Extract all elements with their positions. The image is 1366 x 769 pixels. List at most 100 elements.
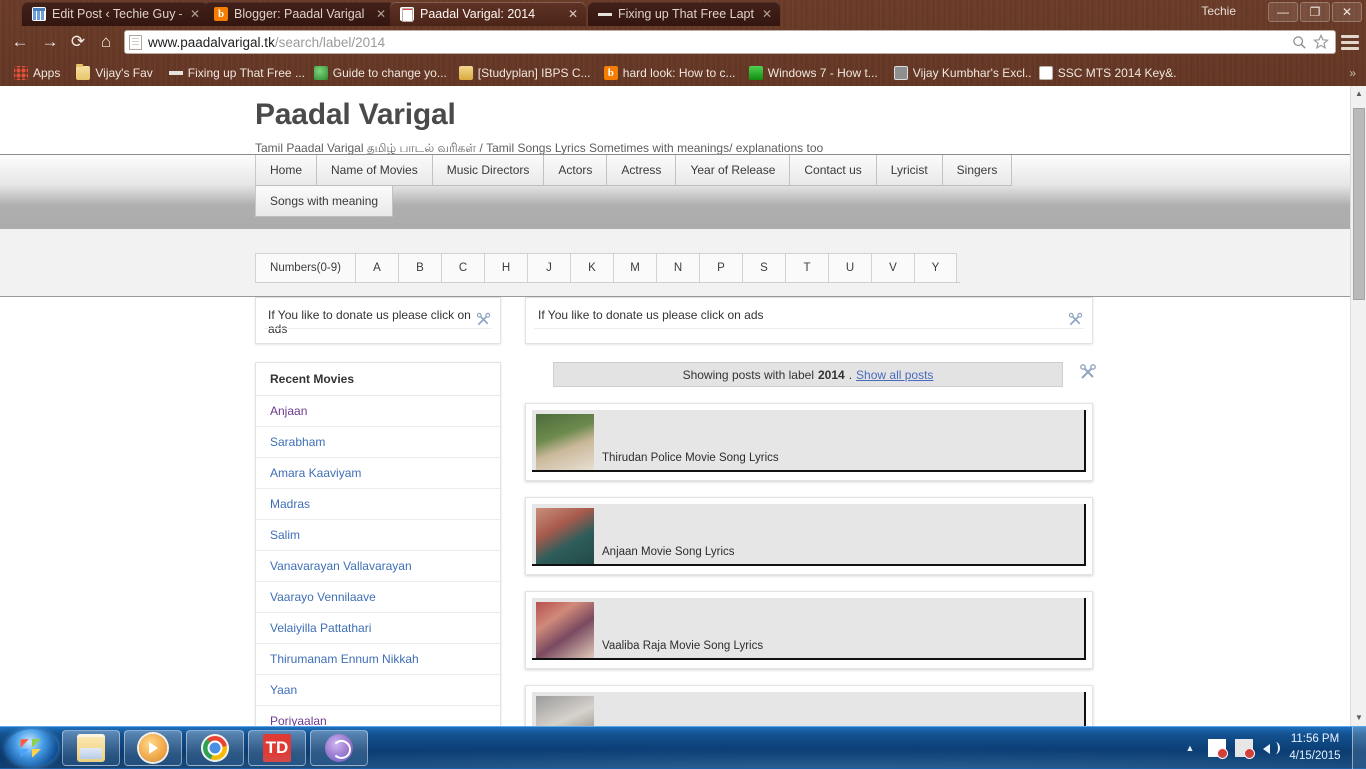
list-item[interactable]: Anjaan [256, 396, 500, 427]
alpha-tab-y[interactable]: Y [914, 253, 957, 282]
alpha-tab-h[interactable]: H [484, 253, 527, 282]
bookmark-studyplan-ibps[interactable]: [Studyplan] IBPS C... [451, 64, 596, 82]
bookmark-label: hard look: How to c... [622, 66, 736, 80]
page-info-icon[interactable] [129, 34, 142, 50]
close-icon[interactable]: ✕ [760, 7, 774, 21]
nav-item-singers[interactable]: Singers [942, 155, 1013, 186]
list-item[interactable]: Thirumanam Ennum Nikkah [256, 644, 500, 675]
volume-icon[interactable] [1262, 739, 1280, 757]
alpha-tab-k[interactable]: K [570, 253, 613, 282]
sidebar-ad-gadget-edit-icon[interactable] [475, 311, 492, 333]
list-item[interactable]: Vanavarayan Vallavarayan [256, 551, 500, 582]
maximize-button[interactable]: ❐ [1300, 2, 1330, 22]
browser-tab-3-active[interactable]: Paadal Varigal: 2014 ✕ [390, 2, 586, 26]
bookmark-ssc-mts[interactable]: SSC MTS 2014 Key&... [1031, 64, 1176, 82]
show-all-posts-link[interactable]: Show all posts [856, 368, 933, 382]
alpha-tab-b[interactable]: B [398, 253, 441, 282]
show-desktop-button[interactable] [1352, 727, 1366, 769]
alpha-tab-n[interactable]: N [656, 253, 699, 282]
alpha-tab-p[interactable]: P [699, 253, 742, 282]
bookmark-hard-look[interactable]: hard look: How to c... [596, 64, 741, 82]
list-item[interactable]: Sarabham [256, 427, 500, 458]
bookmark-vijay-kumbhar[interactable]: Vijay Kumbhar's Excl... [886, 64, 1031, 82]
bookmark-guide-to-change[interactable]: Guide to change yo... [306, 64, 451, 82]
chrome-menu-icon[interactable] [1340, 32, 1360, 52]
list-item[interactable]: Velaiyilla Pattathari [256, 613, 500, 644]
bookmark-fixing-up[interactable]: Fixing up That Free ... [161, 64, 306, 82]
close-button[interactable]: ✕ [1332, 2, 1362, 22]
scroll-up-icon[interactable]: ▲ [1351, 86, 1366, 102]
nav-item-songs-with-meaning[interactable]: Songs with meaning [255, 186, 394, 217]
address-bar[interactable]: www.paadalvarigal.tk/search/label/2014 [124, 30, 1336, 54]
bookmark-windows-7[interactable]: Windows 7 - How t... [741, 64, 886, 82]
list-item[interactable]: Amara Kaaviyam [256, 458, 500, 489]
post-title[interactable]: Thirudan Police Movie Song Lyrics [602, 452, 779, 464]
scrollbar-thumb[interactable] [1353, 108, 1365, 300]
home-button[interactable]: ⌂ [94, 30, 118, 54]
forward-button[interactable]: → [38, 30, 62, 54]
browser-tab-4[interactable]: Fixing up That Free Laptop ✕ [588, 2, 780, 26]
reload-button[interactable]: ⟳ [66, 30, 90, 54]
nav-item-actors[interactable]: Actors [544, 155, 608, 186]
list-item[interactable]: Poriyaalan [256, 706, 500, 726]
nav-item-name-of-movies[interactable]: Name of Movies [317, 155, 433, 186]
nav-item-year-of-release[interactable]: Year of Release [676, 155, 791, 186]
minimize-button[interactable]: — [1268, 2, 1298, 22]
nav-item-home[interactable]: Home [255, 155, 318, 186]
page-scrollbar[interactable]: ▲ ▼ [1350, 86, 1366, 726]
taskbar-bittorrent[interactable] [310, 730, 368, 766]
nav-item-music-directors[interactable]: Music Directors [432, 155, 545, 186]
post-item[interactable] [525, 685, 1093, 726]
post-thumbnail[interactable] [536, 414, 594, 470]
post-title[interactable]: Vaaliba Raja Movie Song Lyrics [602, 640, 763, 652]
alpha-tab-s[interactable]: S [742, 253, 785, 282]
close-icon[interactable]: ✕ [374, 7, 388, 21]
show-hidden-icons-arrow[interactable]: ▲ [1181, 739, 1199, 757]
bookmark-apps[interactable]: Apps [6, 64, 68, 82]
post-item[interactable]: Anjaan Movie Song Lyrics [525, 497, 1093, 575]
close-icon[interactable]: ✕ [188, 7, 202, 21]
alpha-tab-j[interactable]: J [527, 253, 570, 282]
post-body: Vaaliba Raja Movie Song Lyrics [532, 598, 1086, 660]
post-thumbnail[interactable] [536, 602, 594, 658]
scroll-down-icon[interactable]: ▼ [1351, 710, 1366, 726]
profile-name[interactable]: Techie [1201, 4, 1236, 18]
close-icon[interactable]: ✕ [566, 7, 580, 21]
taskbar-windows-explorer[interactable] [62, 730, 120, 766]
alpha-tab-c[interactable]: C [441, 253, 484, 282]
list-item[interactable]: Madras [256, 489, 500, 520]
alpha-tab-v[interactable]: V [871, 253, 914, 282]
nav-item-contact-us[interactable]: Contact us [790, 155, 877, 186]
alpha-tab-u[interactable]: U [828, 253, 871, 282]
list-item[interactable]: Vaarayo Vennilaave [256, 582, 500, 613]
post-title[interactable]: Anjaan Movie Song Lyrics [602, 546, 735, 558]
alpha-tab-numbers[interactable]: Numbers(0-9) [255, 253, 355, 282]
post-item[interactable]: Vaaliba Raja Movie Song Lyrics [525, 591, 1093, 669]
clock[interactable]: 11:56 PM 4/15/2015 [1284, 731, 1346, 765]
nav-item-lyricist[interactable]: Lyricist [876, 155, 943, 186]
start-button[interactable] [6, 729, 58, 767]
taskbar-google-chrome[interactable] [186, 730, 244, 766]
post-item[interactable]: Thirudan Police Movie Song Lyrics [525, 403, 1093, 481]
network-icon[interactable] [1235, 739, 1255, 759]
taskbar-windows-media-player[interactable] [124, 730, 182, 766]
alpha-tab-m[interactable]: M [613, 253, 656, 282]
taskbar-td-app[interactable]: TD [248, 730, 306, 766]
star-icon[interactable] [1313, 34, 1329, 50]
post-thumbnail[interactable] [536, 508, 594, 564]
alpha-tab-t[interactable]: T [785, 253, 828, 282]
browser-tab-1[interactable]: Edit Post ‹ Techie Guy — \ ✕ [22, 2, 208, 26]
list-item[interactable]: Salim [256, 520, 500, 551]
action-center-flag-icon[interactable] [1208, 739, 1228, 759]
main-ad-gadget-edit-icon[interactable] [1067, 311, 1084, 333]
alpha-tab-a[interactable]: A [355, 253, 398, 282]
bookmark-vijays-fav[interactable]: Vijay's Fav [68, 64, 160, 82]
search-icon[interactable] [1292, 35, 1307, 50]
nav-item-actress[interactable]: Actress [607, 155, 677, 186]
browser-tab-2[interactable]: Blogger: Paadal Varigal - ✕ [204, 2, 394, 26]
back-button[interactable]: ← [8, 30, 32, 54]
list-item[interactable]: Yaan [256, 675, 500, 706]
bookmarks-overflow-icon[interactable]: » [1349, 66, 1356, 80]
post-thumbnail[interactable] [536, 696, 594, 726]
alphabet-filter-band: Numbers(0-9) A B C H J K M N P S T U V Y [0, 229, 1350, 297]
